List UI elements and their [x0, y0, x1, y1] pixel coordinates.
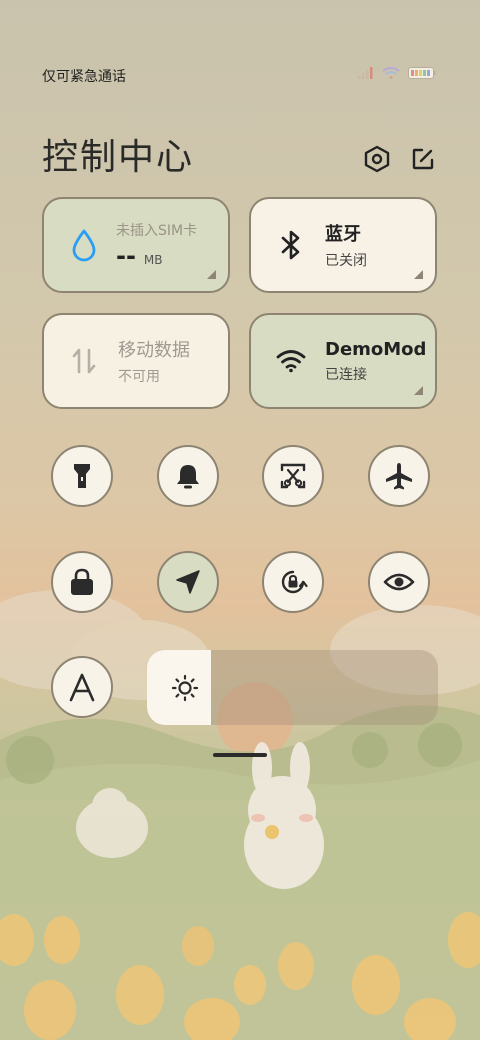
bell-icon [177, 465, 199, 489]
settings-button[interactable] [362, 144, 392, 174]
wifi-network-name: DemoMod [325, 338, 427, 360]
battery-icon [408, 67, 436, 79]
sun-icon [171, 674, 199, 702]
brightness-slider[interactable] [147, 650, 438, 725]
auto-rotate-toggle[interactable] [262, 551, 324, 613]
expand-corner-icon [414, 386, 423, 395]
bluetooth-status: 已关闭 [325, 253, 367, 269]
mobile-data-label: 移动数据 [118, 340, 190, 361]
font-a-icon [69, 673, 95, 702]
data-arrows-icon [64, 341, 104, 381]
water-drop-icon [64, 225, 104, 265]
sound-toggle[interactable] [157, 445, 219, 507]
data-usage-value: -- [116, 242, 136, 270]
mobile-data-tile[interactable]: 移动数据 不可用 [42, 313, 230, 409]
wifi-status: 已连接 [325, 366, 367, 383]
location-toggle[interactable] [157, 551, 219, 613]
signal-icon [358, 67, 373, 79]
bluetooth-label: 蓝牙 [325, 224, 361, 245]
airplane-icon [386, 463, 412, 490]
edit-icon [412, 148, 434, 170]
mobile-data-status: 不可用 [118, 369, 160, 385]
data-usage-unit: MB [143, 253, 163, 267]
reading-mode-toggle[interactable] [368, 551, 430, 613]
flashlight-toggle[interactable] [51, 445, 113, 507]
expand-corner-icon [207, 270, 216, 279]
rotate-lock-icon [281, 570, 308, 594]
lock-icon [71, 568, 93, 595]
status-icons [358, 67, 436, 79]
screenshot-icon [280, 463, 306, 489]
edit-button[interactable] [408, 144, 438, 174]
sim-status: 未插入SIM卡 [116, 223, 198, 239]
eye-icon [383, 573, 415, 591]
wifi-status-icon [382, 67, 400, 79]
page-title: 控制中心 [42, 137, 195, 178]
gear-hex-icon [364, 145, 390, 173]
font-toggle[interactable] [51, 656, 113, 718]
bluetooth-tile[interactable]: 蓝牙 已关闭 [249, 197, 437, 293]
wifi-icon [271, 341, 311, 381]
wifi-tile[interactable]: DemoMod 已连接 [249, 313, 437, 409]
carrier-status: 仅可紧急通话 [42, 69, 126, 85]
data-usage-tile[interactable]: 未插入SIM卡 -- MB [42, 197, 230, 293]
expand-corner-icon [414, 270, 423, 279]
location-arrow-icon [176, 570, 200, 594]
flashlight-icon [74, 464, 90, 488]
home-indicator[interactable] [213, 753, 267, 757]
screenshot-toggle[interactable] [262, 445, 324, 507]
lock-screen-toggle[interactable] [51, 551, 113, 613]
airplane-mode-toggle[interactable] [368, 445, 430, 507]
bluetooth-icon [271, 225, 311, 265]
